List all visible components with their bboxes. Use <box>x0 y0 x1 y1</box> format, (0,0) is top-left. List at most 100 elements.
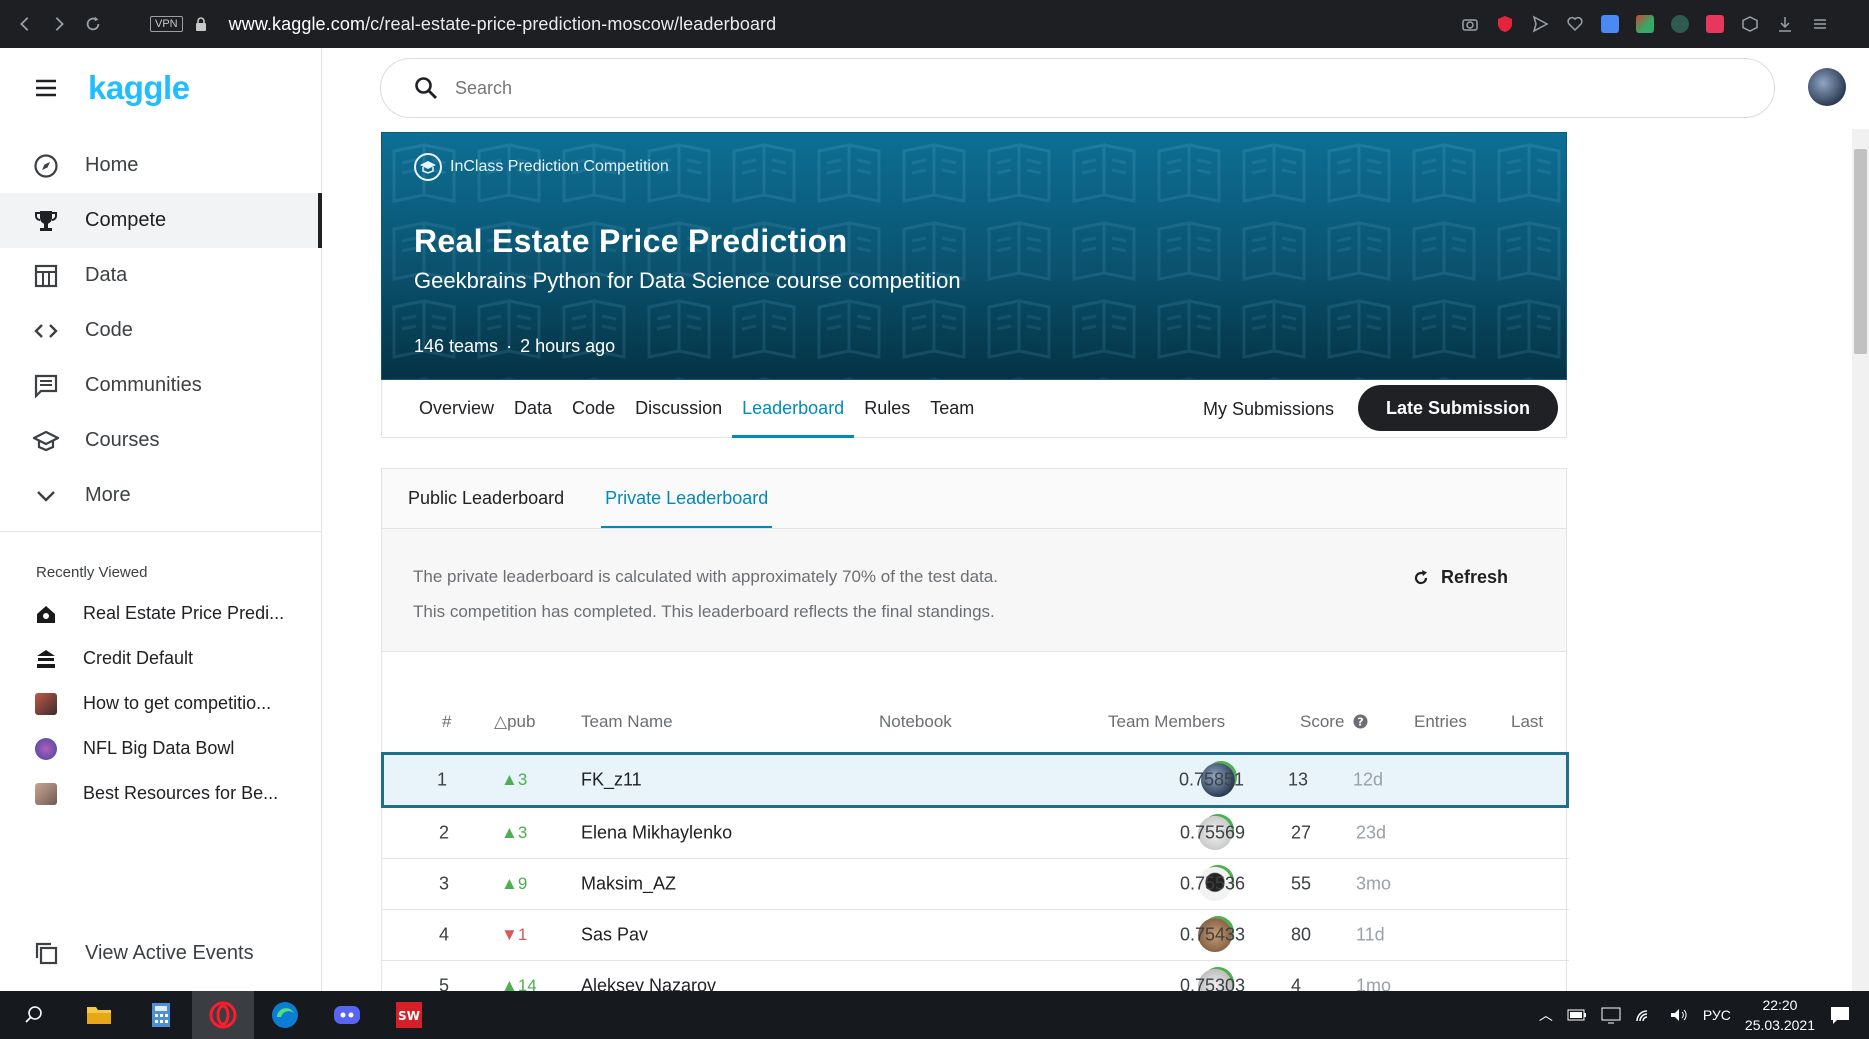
tab-team[interactable]: Team <box>920 380 984 438</box>
bank-thumb-icon <box>37 649 55 668</box>
competition-title: Real Estate Price Prediction <box>414 223 848 259</box>
kaggle-logo[interactable]: kaggle <box>88 69 190 107</box>
search-input[interactable] <box>455 77 1655 99</box>
mail-extension-icon[interactable] <box>1706 15 1724 33</box>
clock[interactable]: 22:20 25.03.2021 <box>1745 995 1815 1035</box>
battery-icon[interactable] <box>1567 1008 1587 1022</box>
tab-code[interactable]: Code <box>562 380 625 438</box>
tab-private-leaderboard[interactable]: Private Leaderboard <box>601 468 773 528</box>
rank: 2 <box>439 822 450 843</box>
code-icon <box>34 323 58 338</box>
nav-item-more[interactable]: More <box>0 468 321 523</box>
solidworks-icon[interactable]: SW <box>378 991 440 1039</box>
heart-icon[interactable] <box>1566 15 1584 33</box>
recent-item[interactable]: Real Estate Price Predi... <box>0 591 321 636</box>
nav-item-courses[interactable]: Courses <box>0 413 321 468</box>
file-explorer-icon[interactable] <box>68 991 130 1039</box>
tab-discussion[interactable]: Discussion <box>625 380 732 438</box>
recent-item[interactable]: How to get competitio... <box>0 681 321 726</box>
discord-icon[interactable] <box>316 991 378 1039</box>
late-submission-button[interactable]: Late Submission <box>1358 385 1558 431</box>
date: 25.03.2021 <box>1744 1017 1815 1033</box>
download-icon[interactable] <box>1776 15 1794 33</box>
edge-icon[interactable] <box>254 991 316 1039</box>
info-line: This competition has completed. This lea… <box>413 602 995 621</box>
my-submissions-link[interactable]: My Submissions <box>1203 380 1334 438</box>
translate-icon[interactable] <box>1601 15 1619 33</box>
nav-label: More <box>85 484 131 506</box>
header-entries[interactable]: Entries <box>1414 712 1467 732</box>
tab-rules[interactable]: Rules <box>854 380 920 438</box>
refresh-button[interactable]: Refresh <box>1411 567 1508 588</box>
score: 0.75433 <box>1180 924 1246 945</box>
tab-overview[interactable]: Overview <box>409 380 504 438</box>
team-name[interactable]: Maksim_AZ <box>581 874 676 895</box>
header-members[interactable]: Team Members <box>1108 712 1225 732</box>
reload-icon[interactable] <box>76 7 110 41</box>
nav-item-communities[interactable]: Communities <box>0 358 321 413</box>
nav-item-code[interactable]: Code <box>0 303 321 358</box>
header-notebook[interactable]: Notebook <box>879 712 952 732</box>
send-icon[interactable] <box>1531 15 1549 33</box>
nav-label: Code <box>85 319 133 341</box>
header-delta[interactable]: △pub <box>494 712 535 732</box>
header-score[interactable]: Score ? <box>1300 712 1368 732</box>
team-name[interactable]: Sas Pav <box>581 925 648 946</box>
nav-label: Communities <box>85 374 202 396</box>
recent-item[interactable]: Credit Default <box>0 636 321 681</box>
table-row[interactable]: 2 ▲3 Elena Mikhaylenko 0.75569 27 23d <box>381 808 1569 859</box>
nav-item-data[interactable]: Data <box>0 248 321 303</box>
box-icon[interactable] <box>1741 15 1759 33</box>
camera-icon[interactable] <box>1461 15 1479 33</box>
help-icon[interactable]: ? <box>1353 714 1368 729</box>
address-bar[interactable]: www.kaggle.com/c/real-estate-price-predi… <box>229 14 777 35</box>
nav-label: Compete <box>85 209 167 231</box>
cube-extension-icon[interactable] <box>1636 15 1654 33</box>
hamburger-icon[interactable] <box>34 76 58 100</box>
leaderboard-rows: 1 ▲3 FK_z11 0.75851 13 12d 2 ▲3 Elena Mi… <box>381 752 1569 1012</box>
header-rank[interactable]: # <box>442 712 451 732</box>
tab-leaderboard[interactable]: Leaderboard <box>732 380 855 438</box>
table-row[interactable]: 3 ▲9 Maksim_AZ 0.75536 55 3mo <box>381 859 1569 910</box>
entries: 13 <box>1288 769 1309 790</box>
volume-icon[interactable] <box>1669 1007 1689 1023</box>
tab-public-leaderboard[interactable]: Public Leaderboard <box>404 468 568 528</box>
team-name[interactable]: Elena Mikhaylenko <box>581 823 732 844</box>
tab-data[interactable]: Data <box>504 380 562 438</box>
competition-subtitle: Geekbrains Python for Data Science cours… <box>414 268 961 293</box>
table-row[interactable]: 4 ▼1 Sas Pav 0.75433 80 11d <box>381 910 1569 961</box>
nav-item-compete[interactable]: Compete <box>0 193 322 248</box>
display-icon[interactable] <box>1601 1006 1621 1024</box>
header-last[interactable]: Last <box>1511 712 1543 732</box>
refresh-icon <box>1414 569 1428 584</box>
notifications-icon[interactable] <box>1829 1004 1851 1026</box>
recent-item[interactable]: Best Resources for Be... <box>0 771 321 816</box>
header-team[interactable]: Team Name <box>581 712 673 732</box>
team-name[interactable]: FK_z11 <box>581 770 642 791</box>
vpn-extension-icon[interactable] <box>1671 15 1689 33</box>
vpn-badge[interactable]: VPN <box>150 16 183 32</box>
recent-label: Best Resources for Be... <box>83 783 279 803</box>
search-icon[interactable] <box>0 991 68 1039</box>
avatar[interactable] <box>1808 68 1846 106</box>
table-row[interactable]: 1 ▲3 FK_z11 0.75851 13 12d <box>381 752 1569 808</box>
page-scrollbar[interactable] <box>1852 129 1869 991</box>
wifi-icon[interactable] <box>1635 1007 1655 1023</box>
shield-icon[interactable] <box>1496 15 1514 33</box>
view-active-events[interactable]: View Active Events <box>0 928 254 978</box>
delta-value: 3 <box>517 770 528 789</box>
opera-icon[interactable] <box>192 991 254 1039</box>
chevron-up-icon[interactable]: ︿ <box>1539 1005 1553 1025</box>
back-icon[interactable] <box>8 7 42 41</box>
nav-item-home[interactable]: Home <box>0 138 321 193</box>
delta-down: ▼1 <box>501 925 528 944</box>
calculator-icon[interactable] <box>130 991 192 1039</box>
language-indicator[interactable]: РУС <box>1703 1007 1731 1023</box>
recent-label: Credit Default <box>83 648 194 668</box>
recent-item[interactable]: NFL Big Data Bowl <box>0 726 321 771</box>
search-box[interactable] <box>380 58 1775 118</box>
forward-icon[interactable] <box>42 7 76 41</box>
scroll-thumb[interactable] <box>1854 149 1867 354</box>
competition-tabs: Overview Data Code Discussion Leaderboar… <box>381 380 1567 438</box>
menu-dots-icon[interactable] <box>1811 15 1829 33</box>
